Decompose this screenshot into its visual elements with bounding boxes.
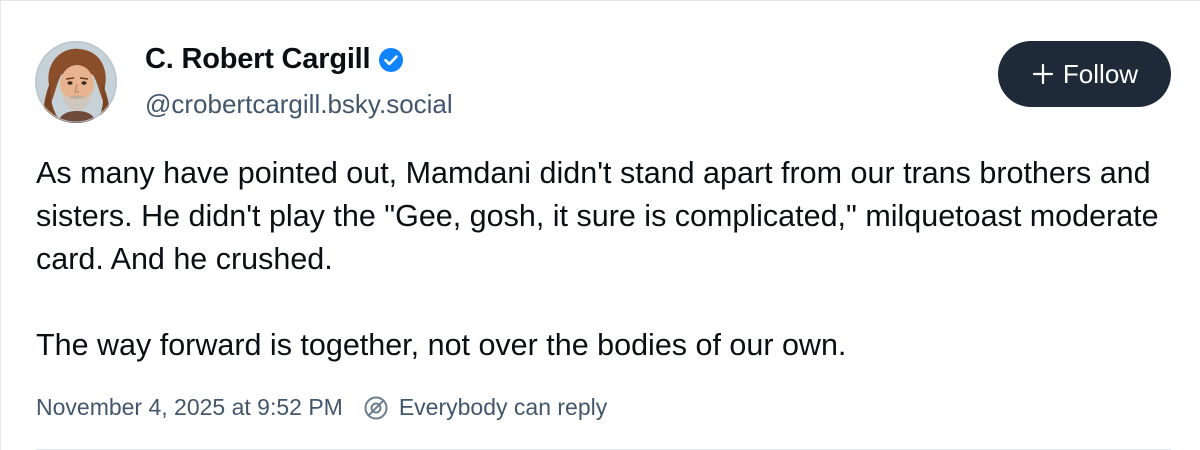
reply-setting[interactable]: Everybody can reply bbox=[363, 394, 607, 421]
post-timestamp[interactable]: November 4, 2025 at 9:52 PM bbox=[36, 394, 343, 421]
post-paragraph: As many have pointed out, Mamdani didn't… bbox=[36, 156, 1159, 276]
plus-icon bbox=[1031, 62, 1055, 86]
author-display-name[interactable]: C. Robert Cargill bbox=[145, 43, 371, 76]
avatar-illustration bbox=[35, 41, 117, 123]
follow-button-label: Follow bbox=[1062, 58, 1139, 89]
follow-button[interactable]: Follow bbox=[998, 41, 1171, 107]
reply-settings-icon bbox=[363, 395, 389, 421]
author-name-row: C. Robert Cargill bbox=[145, 43, 404, 76]
post-body: As many have pointed out, Mamdani didn't… bbox=[36, 152, 1166, 367]
verified-badge-icon[interactable] bbox=[378, 47, 404, 73]
author-handle[interactable]: @crobertcargill.bsky.social bbox=[145, 89, 453, 120]
post-paragraph: The way forward is together, not over th… bbox=[36, 328, 847, 362]
post-meta: November 4, 2025 at 9:52 PM Everybody ca… bbox=[36, 394, 607, 421]
author-avatar[interactable] bbox=[35, 41, 117, 123]
reply-setting-label: Everybody can reply bbox=[398, 394, 608, 420]
post-container: C. Robert Cargill @crobertcargill.bsky.s… bbox=[0, 0, 1200, 450]
